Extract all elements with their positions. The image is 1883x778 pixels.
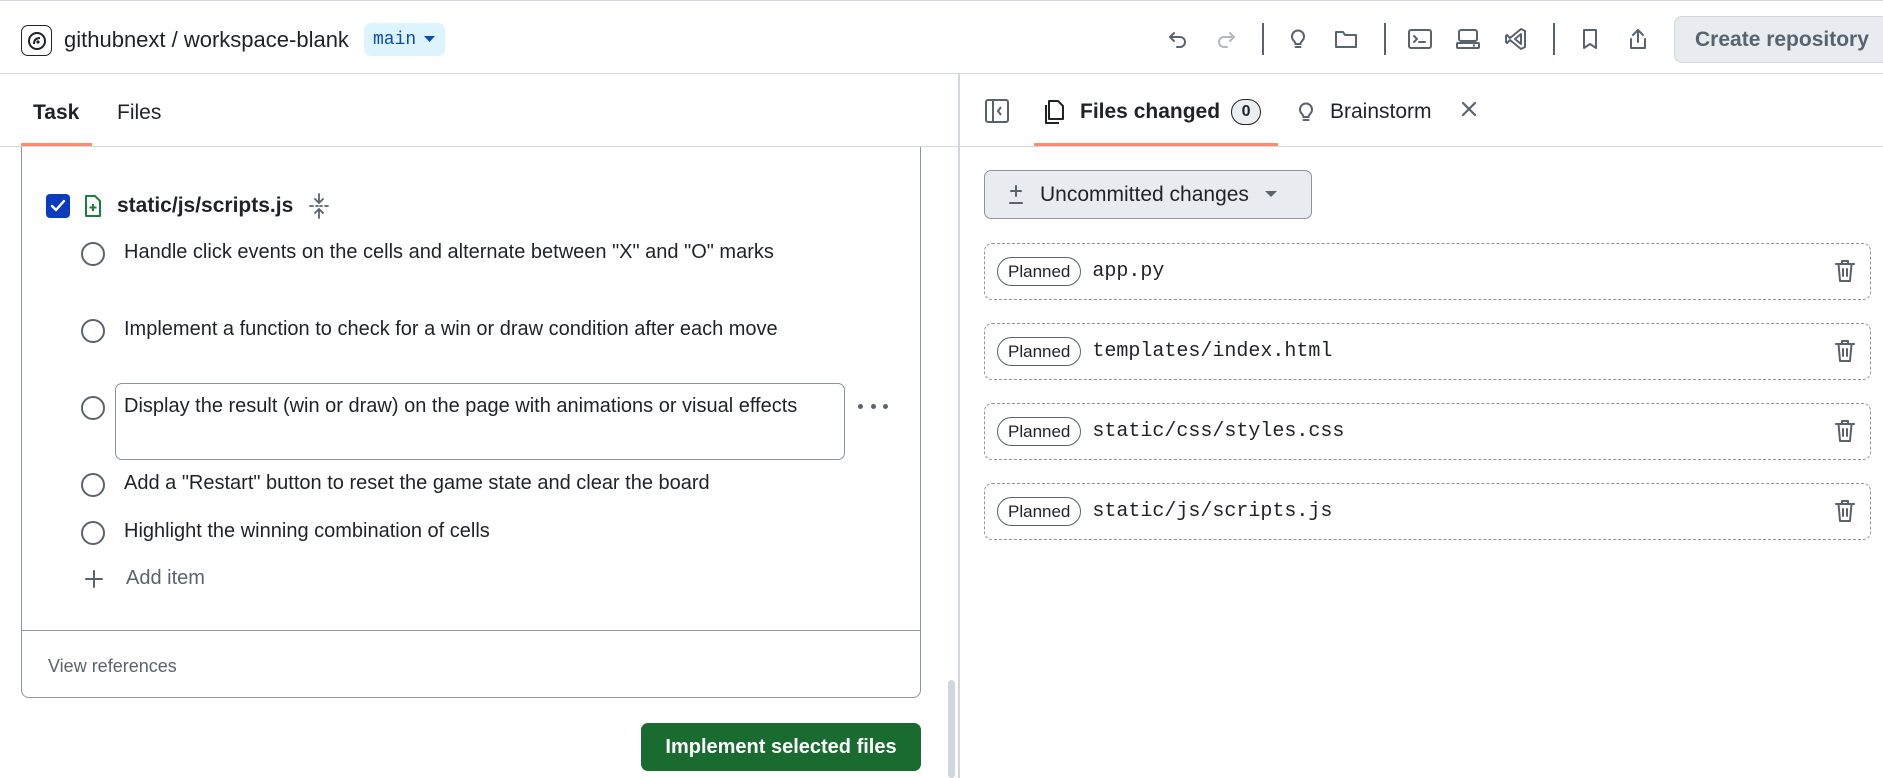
terminal-icon[interactable] (1404, 23, 1436, 55)
task-radio[interactable] (81, 473, 105, 497)
top-bar: githubnext / workspace-blank main Create… (0, 0, 1883, 74)
tab-brainstorm[interactable]: Brainstorm (1296, 96, 1432, 128)
changed-file-path: static/js/scripts.js (1092, 500, 1333, 523)
create-repository-button[interactable]: Create repository (1674, 16, 1883, 63)
pane-divider[interactable] (958, 74, 960, 778)
vscode-icon[interactable] (1500, 23, 1532, 55)
card-divider (22, 630, 920, 631)
implement-selected-files-button[interactable]: Implement selected files (641, 723, 921, 771)
task-radio[interactable] (81, 319, 105, 343)
task-text: Highlight the winning combination of cel… (124, 520, 490, 542)
redo-icon[interactable] (1210, 23, 1242, 55)
task-item[interactable]: Add a "Restart" button to reset the game… (81, 472, 884, 499)
lightbulb-icon[interactable] (1282, 23, 1314, 55)
check-icon (50, 199, 66, 212)
chevron-down-icon (424, 36, 436, 42)
trash-icon[interactable] (1834, 419, 1856, 443)
file-added-icon (83, 194, 103, 218)
file-row: static/js/scripts.js (46, 191, 330, 221)
changed-file-row[interactable]: Planned static/js/scripts.js (984, 483, 1871, 540)
task-text: Handle click events on the cells and alt… (124, 241, 774, 263)
scrollbar[interactable] (948, 680, 955, 778)
sidebar-toggle-icon[interactable] (984, 98, 1010, 124)
task-text: Add a "Restart" button to reset the game… (124, 472, 710, 494)
file-diff-icon (1045, 100, 1064, 124)
changed-file-path: static/css/styles.css (1092, 420, 1345, 443)
tab-label: Brainstorm (1330, 100, 1432, 123)
task-text: Display the result (win or draw) on the … (124, 395, 798, 417)
bookmark-icon[interactable] (1574, 23, 1606, 55)
tab-task[interactable]: Task (33, 100, 79, 126)
changed-file-row[interactable]: Planned app.py (984, 243, 1871, 300)
task-item[interactable]: Handle click events on the cells and alt… (81, 241, 804, 268)
status-badge: Planned (997, 337, 1082, 366)
task-radio[interactable] (81, 396, 105, 420)
active-tab-indicator (21, 143, 92, 146)
plus-icon (85, 569, 103, 588)
add-item-button[interactable]: Add item (84, 567, 205, 590)
github-logo-icon[interactable] (21, 25, 52, 56)
trash-icon[interactable] (1834, 499, 1856, 523)
right-tab-bar: Files changed 0 Brainstorm (960, 74, 1883, 147)
task-item[interactable]: Implement a function to check for a win … (81, 318, 804, 345)
task-radio[interactable] (81, 242, 105, 266)
file-checkbox[interactable] (46, 194, 70, 218)
changed-file-path: templates/index.html (1092, 340, 1333, 363)
task-item[interactable]: Display the result (win or draw) on the … (81, 395, 824, 422)
uncommitted-changes-dropdown[interactable]: Uncommitted changes (984, 170, 1312, 219)
tab-files[interactable]: Files (117, 100, 161, 126)
trash-icon[interactable] (1834, 339, 1856, 363)
chevron-down-icon (1264, 191, 1277, 197)
lightbulb-icon (1299, 102, 1313, 121)
branch-selector[interactable]: main (364, 23, 446, 56)
repo-title[interactable]: githubnext / workspace-blank (64, 26, 349, 54)
more-options-icon[interactable] (858, 394, 888, 418)
active-tab-indicator (1034, 143, 1278, 146)
task-item[interactable]: Highlight the winning combination of cel… (81, 520, 824, 547)
collapse-icon[interactable] (308, 193, 330, 219)
view-references-link[interactable]: View references (48, 656, 177, 677)
tab-label: Files changed (1080, 100, 1221, 123)
toolbar-divider (1384, 23, 1386, 55)
close-icon[interactable] (1460, 100, 1478, 118)
left-tab-bar: Task Files (0, 74, 958, 147)
folder-icon[interactable] (1330, 23, 1362, 55)
plus-minus-icon (1009, 184, 1023, 204)
changed-file-row[interactable]: Planned templates/index.html (984, 323, 1871, 380)
toolbar-divider (1262, 23, 1264, 55)
task-text: Implement a function to check for a win … (124, 318, 778, 340)
changed-file-path: app.py (1092, 260, 1165, 283)
dropdown-label: Uncommitted changes (1040, 182, 1249, 206)
task-radio[interactable] (81, 521, 105, 545)
branch-name: main (373, 29, 417, 50)
trash-icon[interactable] (1834, 259, 1856, 283)
changed-file-row[interactable]: Planned static/css/styles.css (984, 403, 1871, 460)
files-changed-count: 0 (1231, 99, 1262, 125)
status-badge: Planned (997, 257, 1082, 286)
status-badge: Planned (997, 417, 1082, 446)
tab-files-changed[interactable]: Files changed 0 (1044, 96, 1262, 128)
undo-icon[interactable] (1162, 23, 1194, 55)
add-item-label: Add item (126, 567, 205, 589)
share-icon[interactable] (1622, 23, 1654, 55)
toolbar-divider (1553, 23, 1555, 55)
status-badge: Planned (997, 497, 1082, 526)
file-name[interactable]: static/js/scripts.js (117, 194, 293, 218)
codespaces-icon[interactable] (1452, 23, 1484, 55)
